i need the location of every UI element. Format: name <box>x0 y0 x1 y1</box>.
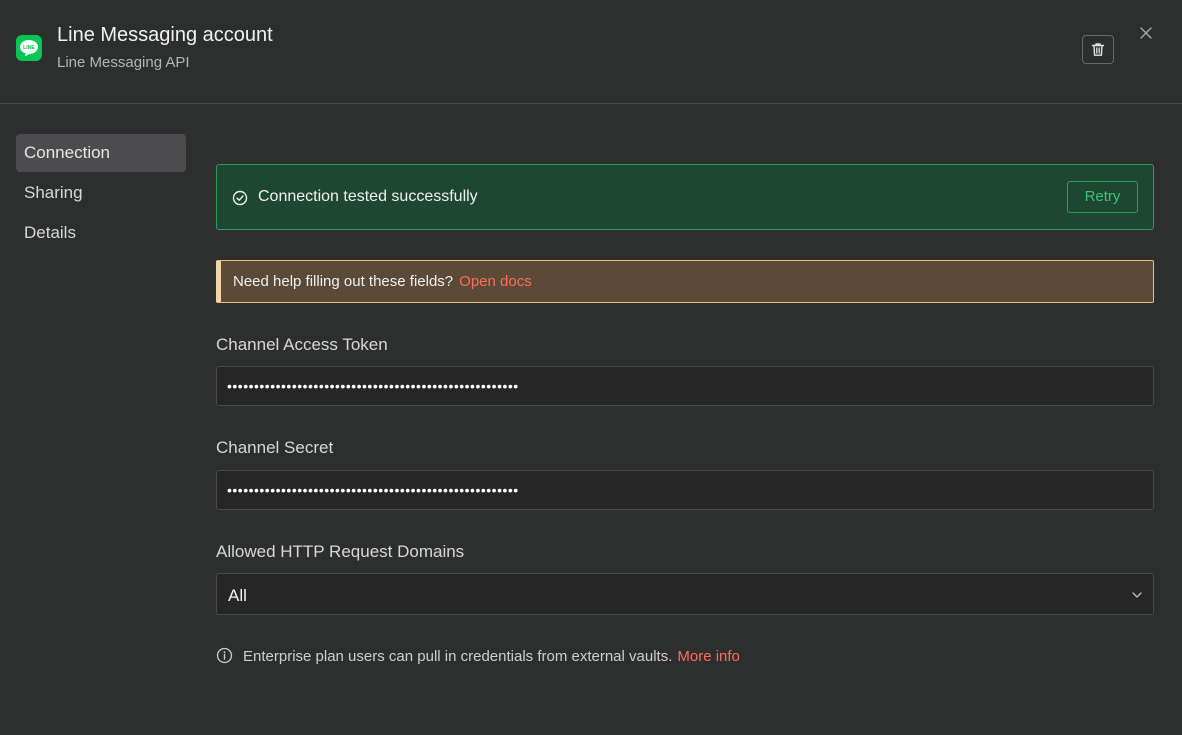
line-logo-icon: LINE <box>16 35 42 61</box>
help-message: Need help filling out these fields? <box>233 273 454 290</box>
info-circle-icon <box>216 647 233 664</box>
modal-header: LINE Line Messaging account Line Messagi… <box>0 0 1182 104</box>
open-docs-link[interactable]: Open docs <box>459 273 532 290</box>
enterprise-info: Enterprise plan users can pull in creden… <box>216 646 1154 666</box>
channel-secret-label: Channel Secret <box>216 438 334 457</box>
success-banner: Connection tested successfully Retry <box>216 164 1154 230</box>
line-logo-text: LINE <box>23 45 35 51</box>
allowed-domains-select[interactable]: All <box>216 573 1154 615</box>
allowed-domains-value: All <box>228 586 247 605</box>
page-title: Line Messaging account <box>57 24 273 46</box>
info-text-row: Enterprise plan users can pull in creden… <box>243 648 740 665</box>
check-circle-icon <box>232 190 248 206</box>
more-info-link[interactable]: More info <box>677 648 740 665</box>
page-subtitle: Line Messaging API <box>57 54 190 71</box>
chevron-down-icon <box>1132 592 1142 598</box>
sidebar-item-details[interactable]: Details <box>16 214 186 252</box>
access-token-label: Channel Access Token <box>216 335 388 354</box>
trash-icon <box>1091 43 1105 56</box>
delete-button[interactable] <box>1082 35 1114 64</box>
channel-secret-input[interactable]: ••••••••••••••••••••••••••••••••••••••••… <box>216 470 1154 510</box>
success-message: Connection tested successfully <box>258 188 478 205</box>
info-message: Enterprise plan users can pull in creden… <box>243 648 673 665</box>
retry-button[interactable]: Retry <box>1067 181 1138 213</box>
sidebar: Connection Sharing Details <box>16 134 186 254</box>
sidebar-item-sharing[interactable]: Sharing <box>16 174 186 212</box>
allowed-domains-label: Allowed HTTP Request Domains <box>216 542 465 561</box>
close-button[interactable] <box>1138 25 1154 41</box>
help-text-row: Need help filling out these fields? Open … <box>233 273 532 290</box>
access-token-input[interactable]: ••••••••••••••••••••••••••••••••••••••••… <box>216 366 1154 406</box>
sidebar-item-connection[interactable]: Connection <box>16 134 186 172</box>
close-icon <box>1140 27 1152 39</box>
help-banner: Need help filling out these fields? Open … <box>216 260 1154 303</box>
